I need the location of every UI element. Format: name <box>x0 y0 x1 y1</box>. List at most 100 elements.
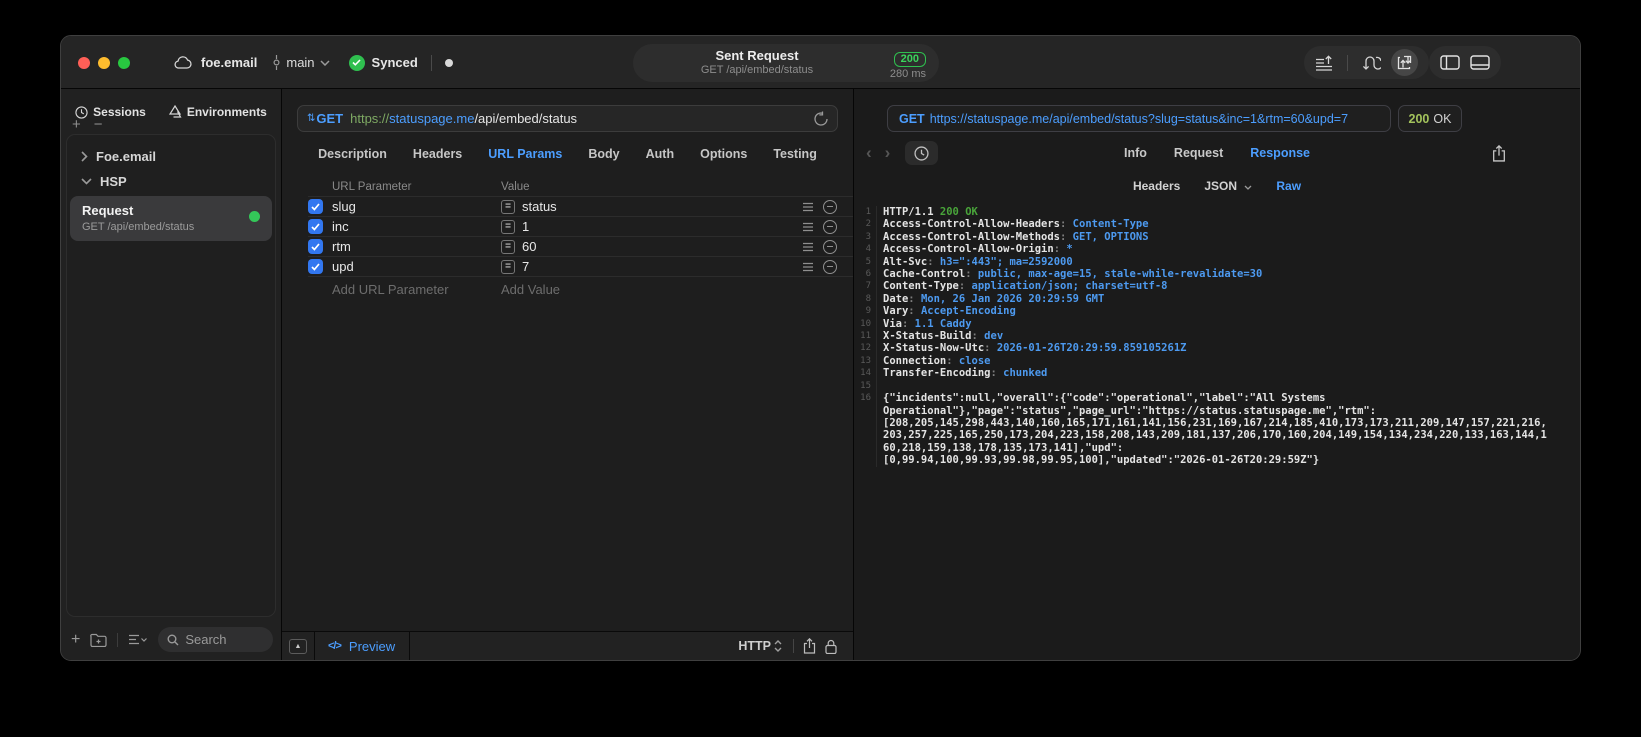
request-url-text[interactable]: https://statuspage.me/api/embed/status <box>350 111 577 126</box>
param-enabled-checkbox[interactable] <box>308 239 323 254</box>
tab-body[interactable]: Body <box>588 147 619 161</box>
sent-request-pill[interactable]: Sent Request GET /api/embed/status 200 2… <box>633 44 939 82</box>
param-name[interactable]: inc <box>332 219 501 234</box>
response-line: 6 Cache-Control: public, max-age=15, sta… <box>854 268 1580 281</box>
response-tabs: Info Request Response <box>854 146 1580 160</box>
remove-param-icon[interactable] <box>823 219 837 234</box>
response-line: 8 Date: Mon, 26 Jan 2026 20:29:59 GMT <box>854 292 1580 306</box>
export-response-icon[interactable] <box>1492 144 1506 162</box>
tab-auth[interactable]: Auth <box>646 147 674 161</box>
param-value[interactable]: 60 <box>522 239 802 254</box>
new-folder-icon[interactable] <box>90 633 107 647</box>
toggle-left-panel-icon[interactable] <box>1440 55 1460 70</box>
line-text: Operational"},"page":"status","page_url"… <box>883 404 1377 417</box>
param-name[interactable]: slug <box>332 199 501 214</box>
project-name[interactable]: foe.email <box>201 55 257 70</box>
line-text: HTTP/1.1 200 OK <box>883 206 978 218</box>
collapse-panel-button[interactable]: ▲ <box>289 638 307 654</box>
app-window: foe.email main Synced Sent Request GET /… <box>60 35 1581 661</box>
tab-environments[interactable]: Environments <box>168 105 267 119</box>
sent-request-title: Sent Request <box>715 48 799 63</box>
tree-item-foe-email[interactable]: Foe.email <box>67 144 275 169</box>
response-line: [0,99.94,100,99.93,99.98,99.95,100],"upd… <box>854 454 1580 467</box>
protocol-selector[interactable]: HTTP <box>738 639 782 653</box>
add-param-name-placeholder[interactable]: Add URL Parameter <box>308 282 501 297</box>
param-enabled-checkbox[interactable] <box>308 199 323 214</box>
remove-session-button[interactable]: − <box>94 117 103 132</box>
column-header-name: URL Parameter <box>332 180 412 193</box>
add-request-button[interactable]: + <box>71 631 80 648</box>
equals-icon: = <box>501 259 515 274</box>
tab-testing[interactable]: Testing <box>773 147 817 161</box>
branch-selector[interactable]: main <box>272 55 330 70</box>
line-text: [0,99.94,100,99.93,99.98,99.95,100],"upd… <box>883 454 1320 467</box>
tab-description[interactable]: Description <box>318 147 387 161</box>
request-url-bar[interactable]: ⇅ GET https://statuspage.me/api/embed/st… <box>297 105 838 132</box>
protocol-label: HTTP <box>738 639 771 653</box>
sync-status[interactable]: Synced <box>348 54 418 71</box>
tree-item-hsp[interactable]: HSP <box>67 169 275 194</box>
tab-response[interactable]: Response <box>1250 146 1310 160</box>
tab-info[interactable]: Info <box>1124 146 1147 160</box>
resend-request-icon[interactable] <box>814 111 828 126</box>
param-value[interactable]: 1 <box>522 219 802 234</box>
import-export-icon[interactable] <box>1391 49 1418 76</box>
preview-button[interactable]: </> Preview <box>328 639 395 654</box>
sent-request-url-box[interactable]: GET https://statuspage.me/api/embed/stat… <box>887 105 1391 132</box>
tab-url-params[interactable]: URL Params <box>488 147 562 161</box>
line-text: Via: 1.1 Caddy <box>883 317 972 330</box>
share-icon[interactable] <box>803 638 816 654</box>
tab-headers[interactable]: Headers <box>413 147 462 161</box>
param-value[interactable]: status <box>522 199 802 214</box>
line-text: Access-Control-Allow-Methods: GET, OPTIO… <box>883 230 1149 243</box>
minimize-window-button[interactable] <box>98 57 110 69</box>
view-tab-raw[interactable]: Raw <box>1276 179 1301 193</box>
fullscreen-window-button[interactable] <box>118 57 130 69</box>
request-item-title: Request <box>82 203 134 218</box>
view-tab-headers[interactable]: Headers <box>1133 179 1180 193</box>
response-line: 13 Connection: close <box>854 354 1580 368</box>
remove-param-icon[interactable] <box>823 199 837 214</box>
response-line: 9 Vary: Accept-Encoding <box>854 305 1580 318</box>
add-session-button[interactable]: + <box>72 117 81 132</box>
column-header-value: Value <box>501 180 530 193</box>
tree-item-label: Foe.email <box>96 149 156 164</box>
reorder-handle-icon[interactable] <box>802 202 814 212</box>
chevron-down-icon <box>320 59 330 66</box>
reorder-handle-icon[interactable] <box>802 262 814 272</box>
reorder-handle-icon[interactable] <box>802 242 814 252</box>
line-text: Date: Mon, 26 Jan 2026 20:29:59 GMT <box>883 292 1105 305</box>
search-input[interactable]: Search <box>158 627 273 652</box>
titlebar: foe.email main Synced Sent Request GET /… <box>61 36 1580 89</box>
lock-icon[interactable] <box>825 639 837 654</box>
param-value[interactable]: 7 <box>522 259 802 274</box>
reorder-handle-icon[interactable] <box>802 222 814 232</box>
param-name[interactable]: upd <box>332 259 501 274</box>
response-view-tabs: Headers JSON Raw <box>854 174 1580 198</box>
request-list-item-selected[interactable]: Request GET /api/embed/status <box>70 196 272 241</box>
add-param-value-placeholder[interactable]: Add Value <box>501 282 560 297</box>
method-selector[interactable]: ⇅ GET <box>307 111 343 126</box>
tab-options[interactable]: Options <box>700 147 747 161</box>
swap-arrows-icon[interactable] <box>1362 55 1381 71</box>
session-tree-panel: Foe.email HSP Request GET /api/embed/sta… <box>66 134 276 617</box>
request-footer-bar: ▲ </> Preview HTTP <box>282 631 853 660</box>
tab-request[interactable]: Request <box>1174 146 1223 160</box>
param-enabled-checkbox[interactable] <box>308 259 323 274</box>
request-list-icon[interactable] <box>1315 54 1333 71</box>
line-number: 9 <box>854 305 877 318</box>
toggle-bottom-panel-icon[interactable] <box>1470 55 1490 70</box>
sort-options-icon[interactable] <box>128 634 148 645</box>
line-number <box>854 416 877 430</box>
equals-icon: = <box>501 199 515 214</box>
line-number: 7 <box>854 280 877 293</box>
view-tab-json[interactable]: JSON <box>1204 179 1252 193</box>
param-name[interactable]: rtm <box>332 239 501 254</box>
sent-request-subtitle: GET /api/embed/status <box>700 64 814 76</box>
close-window-button[interactable] <box>78 57 90 69</box>
remove-param-icon[interactable] <box>823 239 837 254</box>
remove-param-icon[interactable] <box>823 259 837 274</box>
param-enabled-checkbox[interactable] <box>308 219 323 234</box>
line-number: 6 <box>854 268 877 281</box>
response-body[interactable]: 1 HTTP/1.1 200 OK 2 Access-Control-Allow… <box>854 206 1580 660</box>
